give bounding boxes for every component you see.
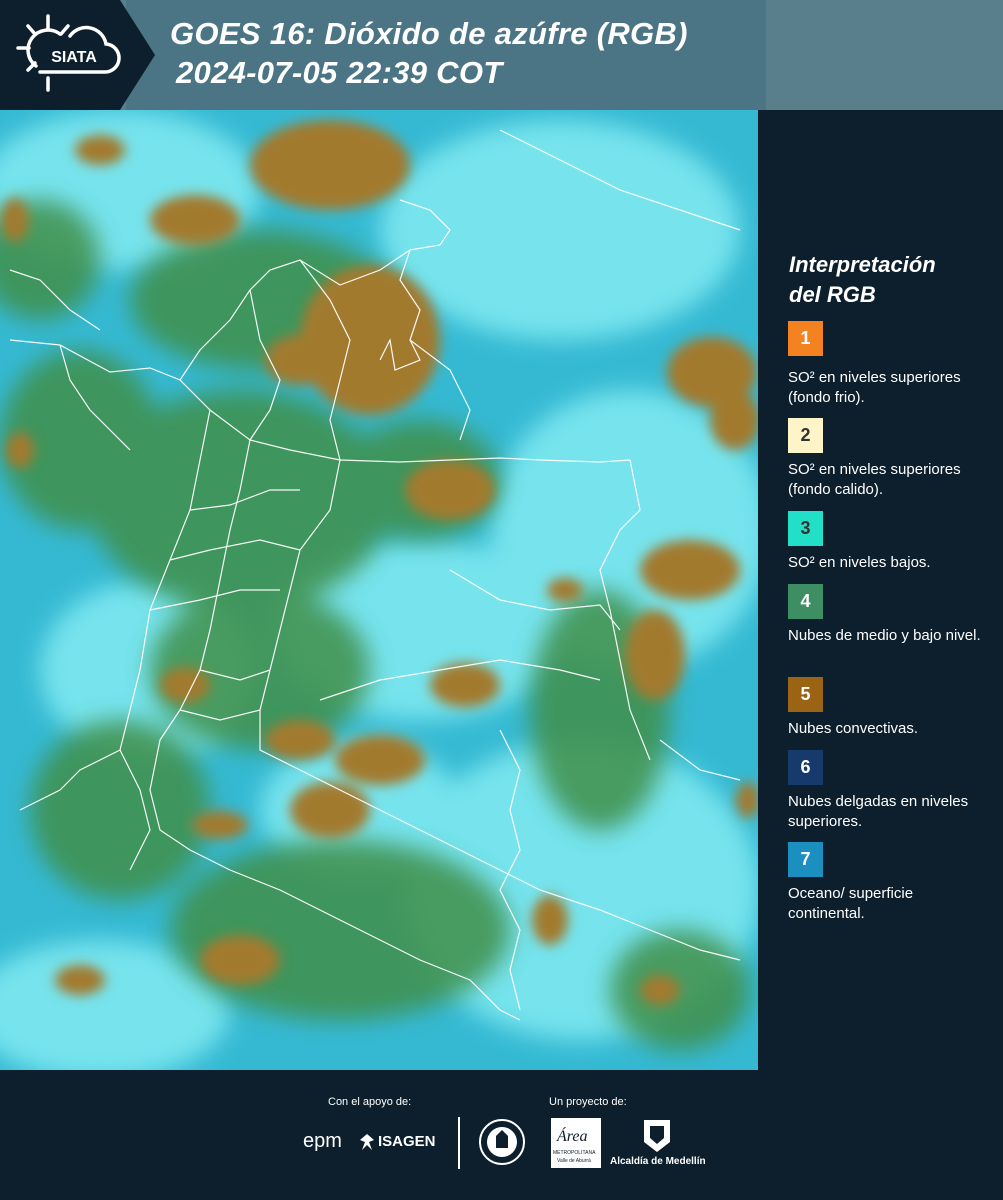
legend-text-1: SO² en niveles superiores (fondo frio). [788,369,961,406]
alcaldia-shield-icon [644,1120,670,1152]
legend-text-6: Nubes delgadas en niveles superiores. [788,793,969,830]
project-label: Un proyecto de: [549,1096,627,1108]
header-bar: SIATA GOES 16: Dióxido de azúfre (RGB) 2… [0,0,1003,110]
alcaldia-logo: Alcaldía de Medellín [610,1118,706,1173]
legend-swatch-1: 1 [788,321,823,356]
page-title: GOES 16: Dióxido de azúfre (RGB) [170,16,688,51]
alcaldia-label: Alcaldía de Medellín [610,1156,706,1167]
legend-swatch-6: 6 [788,750,823,785]
legend-text-5: Nubes convectivas. [788,720,919,737]
seal-icon [479,1119,525,1165]
legend-text-3: SO² en niveles bajos. [788,554,931,571]
legend-title-line2: del RGB [789,282,876,307]
legend-title-line1: Interpretación [789,252,936,277]
footer: Con el apoyo de: Un proyecto de: epm ISA… [0,1070,1003,1200]
legend-swatch-3: 3 [788,511,823,546]
legend-swatch-5: 5 [788,677,823,712]
support-label: Con el apoyo de: [328,1096,412,1108]
legend-swatch-2: 2 [788,418,823,453]
legend-text-2: SO² en niveles superiores (fondo calido)… [788,461,961,498]
legend-swatch-7: 7 [788,842,823,877]
area-logo-sub2: Valle de Aburrá [557,1158,591,1164]
isagen-label: ISAGEN [378,1133,436,1150]
legend-text-7: Oceano/ superficie continental. [788,885,914,922]
area-logo-text: Área [557,1128,588,1145]
area-metropolitana-logo: Área METROPOLITANA Valle de Aburrá [551,1118,601,1168]
medellin-seal [478,1118,526,1166]
page-timestamp: 2024-07-05 22:39 COT [176,55,503,90]
satellite-map[interactable] [0,110,758,1070]
legend-text-4: Nubes de medio y bajo nivel. [788,627,981,644]
footer-divider [458,1117,460,1169]
epm-logo: epm [303,1130,342,1152]
isagen-mark-icon [360,1134,374,1150]
svg-text:SIATA: SIATA [51,49,97,66]
legend-swatch-4: 4 [788,584,823,619]
legend-title: Interpretación del RGB [789,250,989,310]
area-logo-sub: METROPOLITANA [553,1150,596,1156]
siata-sun-cloud-icon: SIATA [16,14,121,92]
